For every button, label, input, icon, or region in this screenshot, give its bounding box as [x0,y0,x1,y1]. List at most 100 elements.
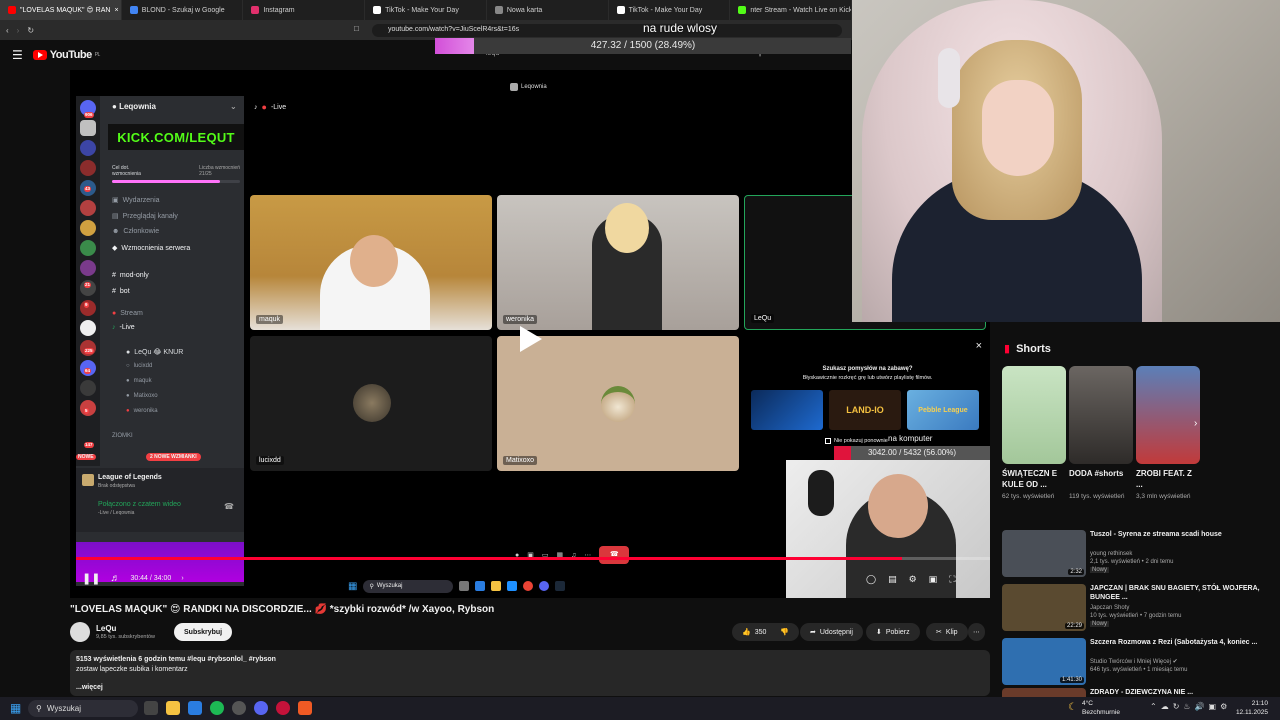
subtitles-icon[interactable]: ▤ [888,574,897,585]
related-video[interactable]: ZDRADY - DZIEWCZYNA NIE ... [1002,688,1272,697]
subscribe-button[interactable]: Subskrybuj [174,623,233,641]
app-icon[interactable] [555,581,566,591]
browser-tab[interactable]: nter Stream - Watch Live on Kick [730,0,853,20]
spotify-icon[interactable] [210,701,224,715]
endscreen-game[interactable] [751,390,823,430]
discord-icon[interactable] [254,701,268,715]
miniplayer-icon[interactable]: ▣ [929,574,938,585]
description-box[interactable]: 5153 wyświetlenia 6 godzin temu #lequ #r… [70,650,990,696]
windows-icon[interactable]: ▦ [348,581,357,592]
close-icon[interactable]: × [976,340,982,352]
voice-user[interactable]: ○ lucixdd [126,363,254,369]
related-video[interactable]: 1:41:30 Szczera Rozmowa z Rezi (Sabotaży… [1002,638,1272,686]
browser-tab[interactable]: TikTok - Make Your Day [365,0,487,20]
voice-user[interactable]: ● Matixoxo [126,393,254,399]
more-actions-button[interactable]: ⋯ [968,623,985,641]
menu-icon[interactable]: ☰ [12,48,23,62]
store-icon[interactable] [188,701,202,715]
browser-tab[interactable]: BLOND - Szukaj w Google [122,0,244,20]
file-explorer-icon[interactable] [166,701,180,715]
channel-live[interactable]: ♪ -Live [112,324,240,331]
related-video[interactable]: 22:29 JAPCZAN | BRAK SNU BAGIETY, STÓŁ W… [1002,584,1272,632]
weather[interactable]: 4°C Bezchmurnie [1082,699,1120,717]
short-title[interactable]: ŚWIĄTECZN E KULE OD ... [1002,468,1066,490]
related-video[interactable]: 2:32 Tuszol - Syrena ze streama scadi ho… [1002,530,1272,578]
short-title[interactable]: ZROBI FEAT. Z ... [1136,468,1200,490]
short-thumbnail[interactable] [1002,366,1066,464]
voice-user[interactable]: ● weronika [126,408,254,414]
tab-favicon-icon [251,6,260,14]
app-icon[interactable] [232,701,246,715]
seek-bar[interactable] [76,557,990,560]
participant-tile-weronika[interactable]: weronika [497,195,739,330]
inner-search[interactable]: ⚲ Wyszukaj [363,579,454,593]
browser-tab[interactable]: "LOVELAS MAQUK" 😍 RAN × [0,0,122,20]
clip-button[interactable]: ✂ Klip [926,623,968,641]
browser-tab[interactable]: Instagram [243,0,366,20]
channel-avatar[interactable] [70,622,90,642]
endscreen-game[interactable]: Pebble League [907,390,979,430]
participant-head [605,203,649,253]
dont-show-checkbox[interactable]: Nie pokazuj ponownie [825,438,888,444]
share-button[interactable]: ➦ Udostępnij [800,623,863,641]
brave-icon[interactable] [298,701,312,715]
channel-browse[interactable]: ▤ Przeglądaj kanały [112,212,240,221]
youtube-logo[interactable]: YouTube PL [32,49,100,61]
activity-panel: League of Legends Brak odstępstwa Połącz… [76,468,244,532]
voice-user-name: lucixdd [133,363,153,369]
participant-tile-lucixdd[interactable]: lucixdd [250,336,492,471]
autoplay-toggle[interactable]: ◯ [866,574,876,585]
dislike-icon[interactable]: 👎 [780,628,789,636]
chevron-right-icon[interactable]: › [181,575,183,582]
app-icon[interactable] [523,581,534,591]
app-icon[interactable] [539,581,550,591]
voice-user[interactable]: ● LeQu 😂 KNUR [126,348,254,357]
volume-icon[interactable]: ♬ [110,573,120,584]
server-name[interactable]: ● Leqownia ⌄ [112,102,237,111]
participant-tile-maquk[interactable]: maquk [250,195,492,330]
category-ziomki[interactable]: ZIOMKI [112,433,240,439]
disconnect-icon[interactable]: ☎ [224,502,234,511]
windows-start-icon[interactable]: ▦ [10,701,21,715]
short-title[interactable]: DODA #shorts [1069,468,1133,479]
hangup-button[interactable]: ☎ [599,546,630,564]
mentions-badge[interactable]: 2 NOWE WZMIANKI [146,453,201,461]
share-label: Udostępnij [819,628,853,636]
app-icon[interactable] [475,581,486,591]
settings-icon[interactable]: ⚙ [909,574,917,585]
channel-mod-only[interactable]: # mod-only [112,272,240,279]
description-more[interactable]: ...więcej [76,683,984,693]
browser-tab[interactable]: TikTok - Make Your Day [609,0,731,20]
app-icon[interactable] [491,581,502,591]
channel-events[interactable]: ▣ Wydarzenia [112,196,240,205]
taskbar-search[interactable]: ⚲ Wyszukaj [28,700,138,717]
app-icon[interactable] [507,581,518,591]
voice-user[interactable]: ● maquk [126,378,254,384]
close-tab-icon[interactable]: × [114,7,118,14]
channel-name[interactable]: LeQu [96,624,116,633]
endscreen-game[interactable]: LAND-IO [829,390,901,430]
channel-members[interactable]: ☻ Członkowie [112,228,240,235]
short-thumbnail[interactable] [1136,366,1200,464]
like-button[interactable]: 👍 350 👎 [732,623,800,641]
play-button[interactable] [510,320,550,360]
channel-bot[interactable]: # bot [112,288,240,295]
reload-icon[interactable]: ↻ [27,26,34,35]
app-icon[interactable] [459,581,470,591]
chevron-right-icon[interactable]: › [1194,418,1197,429]
channel-boosts[interactable]: ◆ Wzmocnienia serwera [112,244,240,253]
browser-tab[interactable]: Nowa karta [487,0,609,20]
bookmark-icon[interactable]: □ [354,24,359,33]
members-icon: ☻ [112,228,120,235]
forward-icon[interactable]: › [17,26,20,35]
opera-icon[interactable] [276,701,290,715]
tray-icons[interactable]: ⌃☁↻♨🔊▣⚙ [1150,702,1231,711]
back-icon[interactable]: ‹ [6,26,9,35]
channel-stream[interactable]: ● Stream [112,310,240,317]
download-button[interactable]: ⬇ Pobierz [866,623,920,641]
pause-icon[interactable]: ❚❚ [82,572,100,585]
clock[interactable]: 21:10 12.11.2025 [1236,699,1268,717]
task-view-icon[interactable] [144,701,158,715]
short-thumbnail[interactable] [1069,366,1133,464]
fullscreen-icon[interactable]: ⛶ [949,574,955,585]
